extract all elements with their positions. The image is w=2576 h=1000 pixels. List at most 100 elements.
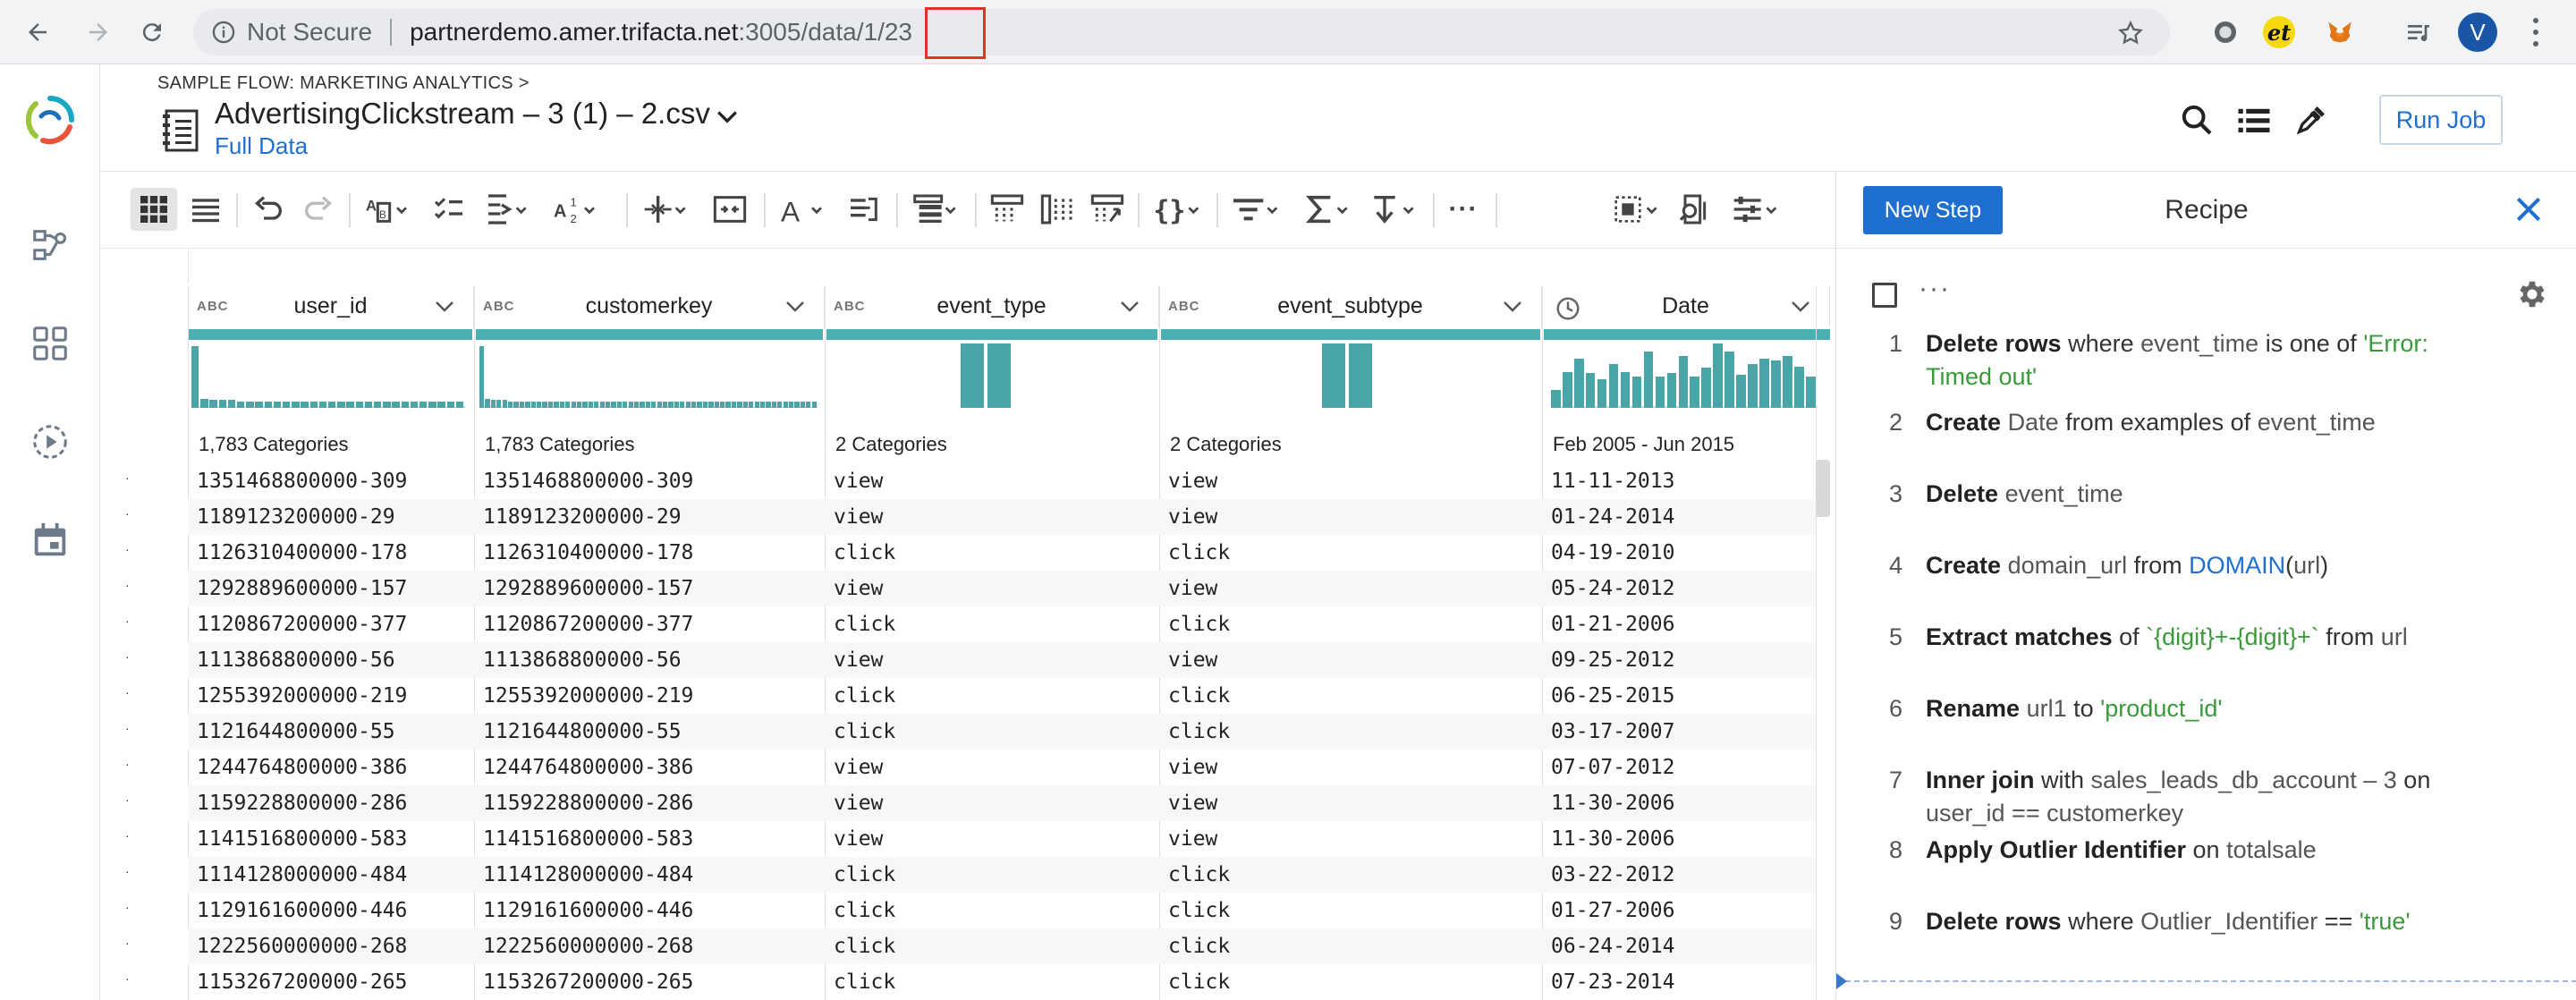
histogram-bar[interactable] <box>1736 375 1746 408</box>
profile-avatar[interactable]: V <box>2458 13 2497 52</box>
histogram-bar[interactable] <box>691 402 697 408</box>
histogram-bar[interactable] <box>628 402 633 408</box>
table-cell[interactable]: 11-30-2006 <box>1551 827 1674 851</box>
table-cell[interactable]: 1255392000000-219 <box>483 684 693 708</box>
table-cell[interactable]: 1126310400000-178 <box>197 541 407 564</box>
library-nav-icon[interactable] <box>27 320 73 367</box>
histogram-bar[interactable] <box>565 402 571 408</box>
histogram-bar[interactable] <box>508 402 513 408</box>
extension-circle-icon[interactable] <box>2209 16 2241 48</box>
check-list-icon[interactable] <box>428 188 470 231</box>
histogram-bar[interactable] <box>674 402 680 408</box>
histogram-bar[interactable] <box>355 402 363 408</box>
table-row[interactable]: · 1351468800000-309 1351468800000-309 view v… <box>125 463 1816 499</box>
histogram-bar[interactable] <box>680 402 685 408</box>
histogram-bar[interactable] <box>1620 372 1631 408</box>
find-in-doc-icon[interactable] <box>1673 188 1716 231</box>
column-header-event-subtype[interactable]: ABC event_subtype <box>1159 286 1542 327</box>
table-cell[interactable]: 07-23-2014 <box>1551 970 1674 994</box>
table-cell[interactable]: 1244764800000-386 <box>197 756 407 779</box>
histogram-bar[interactable] <box>346 402 354 408</box>
data-quality-bar[interactable] <box>1544 329 1830 340</box>
table-cell[interactable]: 1113868800000-56 <box>483 648 682 672</box>
histogram-bar[interactable] <box>1701 368 1712 408</box>
data-quality-bar[interactable] <box>1161 329 1540 340</box>
redo-icon[interactable] <box>297 188 340 231</box>
histogram-bar[interactable] <box>255 402 263 408</box>
nested-braces-icon[interactable]: {} <box>1148 188 1206 231</box>
media-playlist-icon[interactable] <box>2402 16 2435 48</box>
flows-nav-icon[interactable] <box>27 222 73 268</box>
back-arrow-icon[interactable] <box>20 14 55 50</box>
table-cell[interactable]: 1153267200000-265 <box>483 970 693 994</box>
histogram-bar[interactable] <box>749 402 754 408</box>
table-cell[interactable]: 01-27-2006 <box>1551 899 1674 922</box>
histogram-bar[interactable] <box>479 346 485 408</box>
histogram-bar[interactable] <box>697 402 702 408</box>
select-all-checkbox[interactable] <box>1872 283 1897 308</box>
histogram-bar[interactable] <box>714 402 719 408</box>
column-header-user-id[interactable]: ABC user_id <box>188 286 474 327</box>
table-cell[interactable]: click <box>1168 613 1230 636</box>
table-cell[interactable]: view <box>1168 577 1217 600</box>
merge-columns-icon[interactable] <box>708 188 751 231</box>
jobs-nav-icon[interactable] <box>27 419 73 465</box>
table-cell[interactable]: 1114128000000-484 <box>197 863 407 886</box>
histogram-bar[interactable] <box>588 402 593 408</box>
histogram-bar[interactable] <box>273 402 282 408</box>
histogram-bar[interactable] <box>788 402 794 408</box>
table-cell[interactable]: 1121644800000-55 <box>197 720 395 743</box>
table-cell[interactable]: click <box>1168 684 1230 708</box>
histogram-bar[interactable] <box>668 402 674 408</box>
trifacta-logo-icon[interactable] <box>23 93 77 147</box>
table-cell[interactable]: click <box>834 935 895 958</box>
histogram-bar[interactable] <box>309 402 318 408</box>
histogram-bar[interactable] <box>708 402 714 408</box>
table-row[interactable]: · 1114128000000-484 1114128000000-484 click… <box>125 857 1816 893</box>
histogram-bar[interactable] <box>559 402 564 408</box>
histogram-bar[interactable] <box>725 402 731 408</box>
histogram-bar[interactable] <box>328 402 336 408</box>
reload-icon[interactable] <box>134 14 170 50</box>
list-view-icon[interactable] <box>184 188 227 231</box>
table-cell[interactable]: 1141516800000-583 <box>197 827 407 851</box>
table-cell[interactable]: 1244764800000-386 <box>483 756 693 779</box>
undo-icon[interactable] <box>247 188 290 231</box>
histogram-bar[interactable] <box>806 402 811 408</box>
chevron-down-icon[interactable] <box>716 107 739 127</box>
column-header-date[interactable]: Date <box>1542 286 1830 327</box>
histogram-bar[interactable] <box>576 402 582 408</box>
aggregate-sigma-icon[interactable] <box>1299 188 1356 231</box>
browser-menu-icon[interactable] <box>2531 18 2540 47</box>
histogram-bar[interactable] <box>1631 377 1642 408</box>
table-cell[interactable]: click <box>1168 720 1230 743</box>
histogram-bar[interactable] <box>754 402 759 408</box>
histogram-event-type[interactable] <box>961 343 1014 408</box>
histogram-bar[interactable] <box>1562 372 1572 408</box>
table-cell[interactable]: 06-25-2015 <box>1551 684 1674 708</box>
table-cell[interactable]: view <box>834 470 883 493</box>
histogram-bar[interactable] <box>374 402 382 408</box>
chevron-down-icon[interactable] <box>434 299 455 315</box>
histogram-bar[interactable] <box>731 402 737 408</box>
histogram-bar[interactable] <box>301 402 309 408</box>
histogram-bar[interactable] <box>1783 356 1792 408</box>
histogram-bar[interactable] <box>383 402 391 408</box>
histogram-bar[interactable] <box>599 402 605 408</box>
table-row[interactable]: · 1120867200000-377 1120867200000-377 click… <box>125 606 1816 642</box>
histogram-bar[interactable] <box>623 402 628 408</box>
table-cell[interactable]: 1189123200000-29 <box>483 505 682 529</box>
table-cell[interactable]: view <box>834 756 883 779</box>
table-row[interactable]: · 1189123200000-29 1189123200000-29 view vie… <box>125 499 1816 535</box>
histogram-bar[interactable] <box>640 402 645 408</box>
data-quality-bar[interactable] <box>476 329 823 340</box>
table-cell[interactable]: 1141516800000-583 <box>483 827 693 851</box>
histogram-bar[interactable] <box>200 399 208 408</box>
new-step-button[interactable]: New Step <box>1863 186 2003 234</box>
table-cell[interactable]: 1351468800000-309 <box>197 470 407 493</box>
histogram-bar[interactable] <box>759 402 766 408</box>
table-cell[interactable]: click <box>834 863 895 886</box>
histogram-bar[interactable] <box>392 402 400 408</box>
table-cell[interactable]: 1159228800000-286 <box>483 792 693 815</box>
grid-scrollbar[interactable] <box>1816 460 1830 517</box>
